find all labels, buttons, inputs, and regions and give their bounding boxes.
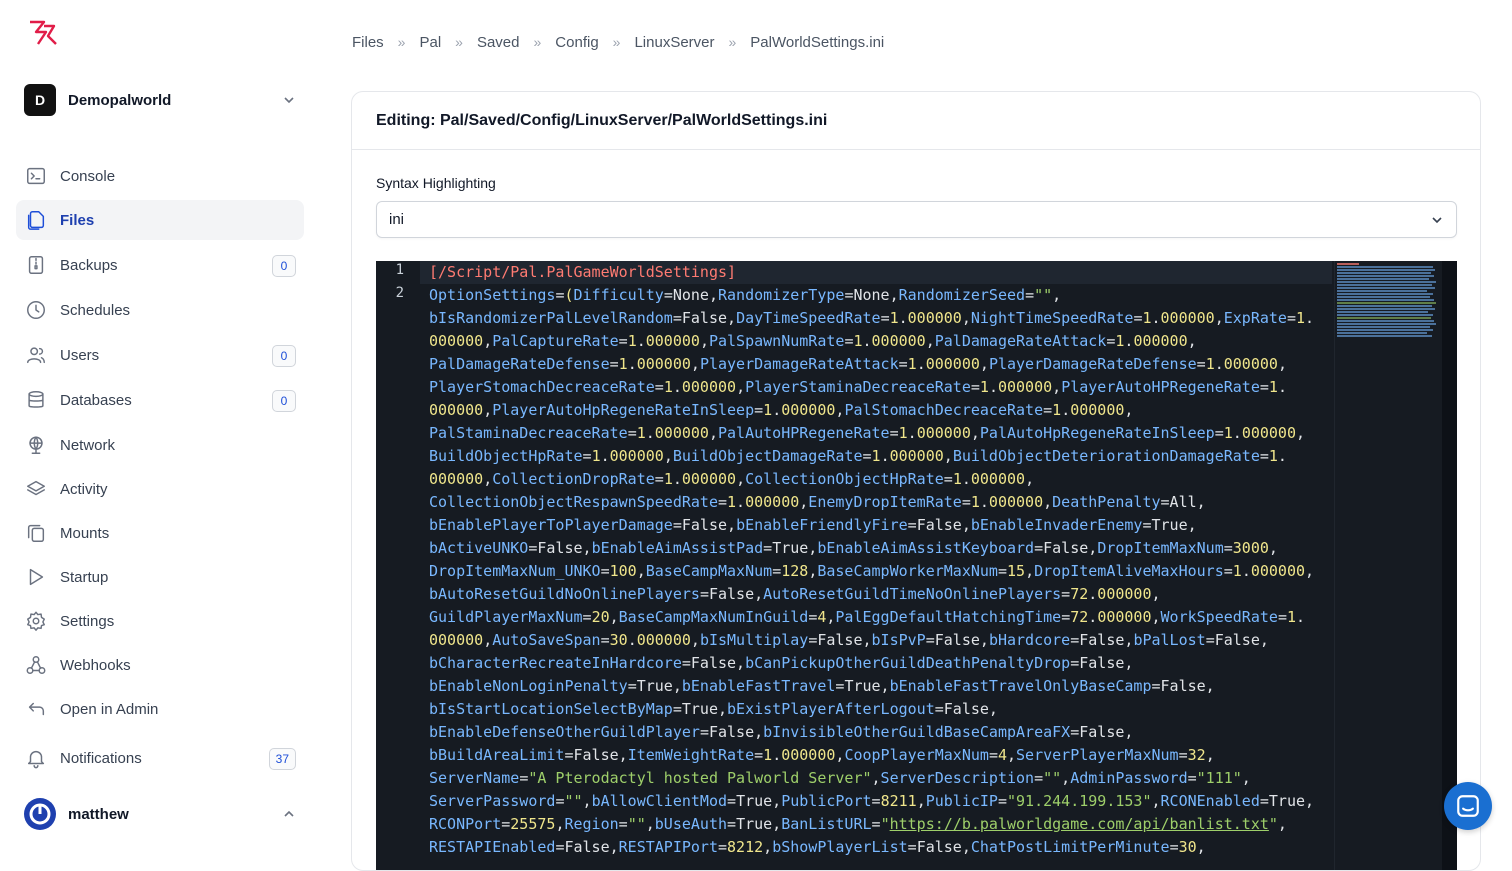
clock-icon <box>24 298 48 322</box>
sidebar-item-activity[interactable]: Activity <box>16 469 304 509</box>
bell-icon <box>24 746 48 770</box>
sidebar-item-users[interactable]: Users 0 <box>16 335 304 375</box>
sidebar-item-notifications[interactable]: Notifications 37 <box>16 738 304 778</box>
sidebar-item-console[interactable]: Console <box>16 156 304 196</box>
syntax-select[interactable]: ini <box>376 201 1457 238</box>
chevron-double-right-icon: » <box>612 34 621 50</box>
files-icon <box>24 208 48 232</box>
sidebar-item-webhooks[interactable]: Webhooks <box>16 645 304 685</box>
breadcrumb-item[interactable]: LinuxServer <box>634 34 714 51</box>
users-count-badge: 0 <box>272 345 296 367</box>
syntax-label: Syntax Highlighting <box>376 175 496 191</box>
sidebar-item-label: Notifications <box>60 749 142 767</box>
user-menu[interactable]: matthew <box>24 797 296 831</box>
sidebar-item-label: Network <box>60 436 116 454</box>
webhook-icon <box>24 653 48 677</box>
sidebar-item-open-in-admin[interactable]: Open in Admin <box>16 689 304 729</box>
sidebar-item-files[interactable]: Files <box>16 200 304 240</box>
chevron-double-right-icon: » <box>533 34 542 50</box>
chevron-double-right-icon: » <box>397 34 406 50</box>
sidebar-item-label: Users <box>60 346 100 364</box>
server-selector[interactable]: D Demopalworld <box>24 84 296 116</box>
syntax-select-value: ini <box>389 211 405 228</box>
copy-icon <box>24 521 48 545</box>
sidebar-item-mounts[interactable]: Mounts <box>16 513 304 553</box>
sidebar-item-label: Mounts <box>60 524 110 542</box>
server-avatar: D <box>24 84 56 116</box>
sidebar-item-label: Settings <box>60 612 115 630</box>
avatar <box>24 798 56 830</box>
code-content: [/Script/Pal.PalGameWorldSettings] Optio… <box>429 261 1329 859</box>
sidebar-item-backups[interactable]: Backups 0 <box>16 245 304 285</box>
notifications-count-badge: 37 <box>268 748 296 770</box>
breadcrumb-item[interactable]: Config <box>555 34 598 51</box>
database-icon <box>24 388 48 412</box>
file-editor-card: Editing: Pal/Saved/Config/LinuxServer/Pa… <box>351 91 1481 871</box>
sidebar-item-label: Open in Admin <box>60 700 159 718</box>
return-arrow-icon <box>24 697 48 721</box>
layers-icon <box>24 477 48 501</box>
terminal-icon <box>24 164 48 188</box>
editor-minimap[interactable] <box>1334 261 1444 870</box>
code-editor[interactable]: 1 2 [/Script/Pal.PalGameWorldSettings] O… <box>376 261 1457 870</box>
editor-scrollbar[interactable] <box>1442 261 1457 870</box>
sidebar-item-label: Backups <box>60 256 118 274</box>
sidebar-item-label: Databases <box>60 391 132 409</box>
databases-count-badge: 0 <box>272 390 296 412</box>
sidebar-item-databases[interactable]: Databases 0 <box>16 380 304 420</box>
sidebar-item-schedules[interactable]: Schedules <box>16 290 304 330</box>
breadcrumb-item[interactable]: Saved <box>477 34 520 51</box>
breadcrumb: Files » Pal » Saved » Config » LinuxServ… <box>352 32 884 52</box>
chevron-double-right-icon: » <box>455 34 463 50</box>
support-chat-button[interactable] <box>1444 782 1492 830</box>
sidebar-item-label: Activity <box>60 480 108 498</box>
line-gutter: 1 2 <box>376 261 420 870</box>
page-title: Editing: Pal/Saved/Config/LinuxServer/Pa… <box>352 92 1480 150</box>
sidebar-item-startup[interactable]: Startup <box>16 557 304 597</box>
sidebar-item-label: Schedules <box>60 301 131 319</box>
globe-icon <box>24 433 48 457</box>
user-name: matthew <box>68 805 129 823</box>
breadcrumb-item[interactable]: Pal <box>419 34 441 51</box>
sidebar-item-label: Console <box>60 167 116 185</box>
server-name: Demopalworld <box>68 91 172 109</box>
chevron-up-icon <box>284 810 294 817</box>
sidebar-item-settings[interactable]: Settings <box>16 601 304 641</box>
sidebar-item-network[interactable]: Network <box>16 425 304 465</box>
breadcrumb-item[interactable]: Files <box>352 34 384 51</box>
sidebar: D Demopalworld Console Files Backups 0 S… <box>0 0 320 850</box>
app-logo[interactable] <box>26 18 60 48</box>
sidebar-item-label: Startup <box>60 568 109 586</box>
breadcrumb-current: PalWorldSettings.ini <box>750 33 885 51</box>
play-icon <box>24 565 48 589</box>
chevron-double-right-icon: » <box>728 34 737 50</box>
gear-icon <box>24 609 48 633</box>
chat-icon <box>1457 795 1479 817</box>
line-number: 2 <box>395 285 404 301</box>
backups-count-badge: 0 <box>272 255 296 277</box>
chevron-down-icon <box>284 97 294 104</box>
archive-icon <box>24 253 48 277</box>
sidebar-item-label: Files <box>60 211 95 229</box>
line-number: 1 <box>395 262 404 278</box>
ini-section-header: [/Script/Pal.PalGameWorldSettings] <box>429 263 737 281</box>
users-icon <box>24 343 48 367</box>
sidebar-item-label: Webhooks <box>60 656 131 674</box>
chevron-down-icon <box>1432 217 1442 224</box>
